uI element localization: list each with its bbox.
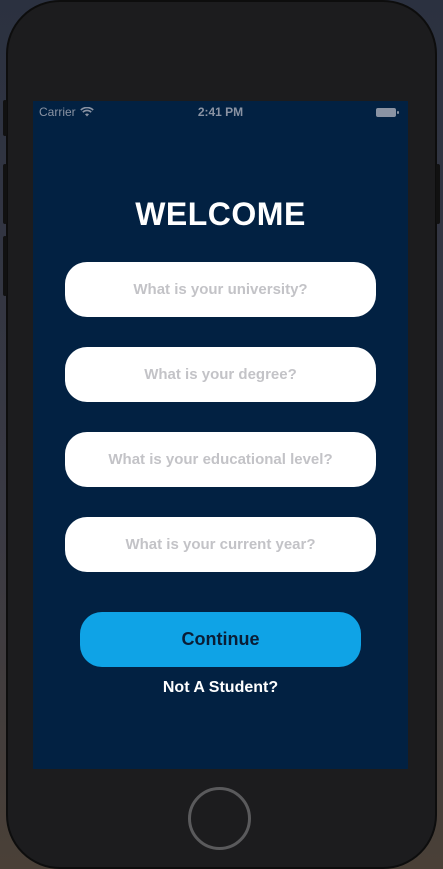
power-button xyxy=(436,164,440,224)
not-a-student-link[interactable]: Not A Student? xyxy=(33,679,408,697)
current-year-input[interactable] xyxy=(65,517,376,572)
university-input[interactable] xyxy=(65,262,376,317)
educational-level-input[interactable] xyxy=(65,432,376,487)
status-time: 2:41 PM xyxy=(197,105,244,119)
battery-icon xyxy=(376,108,399,117)
silent-switch xyxy=(3,100,7,136)
status-bar: Carrier 2:41 PM xyxy=(33,101,408,123)
page-title: WELCOME xyxy=(135,196,306,232)
volume-up-button xyxy=(3,164,7,224)
home-button[interactable] xyxy=(188,787,251,850)
volume-down-button xyxy=(3,236,7,296)
degree-input[interactable] xyxy=(65,347,376,402)
app-screen: Carrier 2:41 PM WELCOME Continue Not A S… xyxy=(33,101,408,769)
continue-button[interactable]: Continue xyxy=(80,612,361,667)
